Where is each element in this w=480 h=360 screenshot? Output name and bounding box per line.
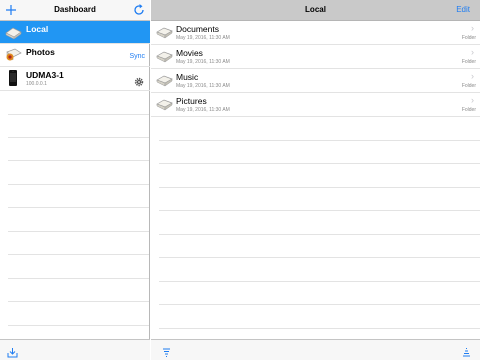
sidebar-toolbar [0, 339, 150, 360]
empty-list-lines [8, 0, 149, 340]
sidebar-pane: Dashboard Local Photos Sync UDMA3-1 100.… [0, 0, 150, 360]
download-tray-icon[interactable] [7, 345, 18, 358]
empty-list-lines [159, 0, 480, 340]
sort-lines-icon[interactable] [161, 345, 172, 357]
sort-lines-icon[interactable] [461, 345, 472, 357]
content-toolbar [151, 339, 480, 360]
content-pane: Local Edit Documents May 19, 2016, 11:30… [151, 0, 480, 360]
